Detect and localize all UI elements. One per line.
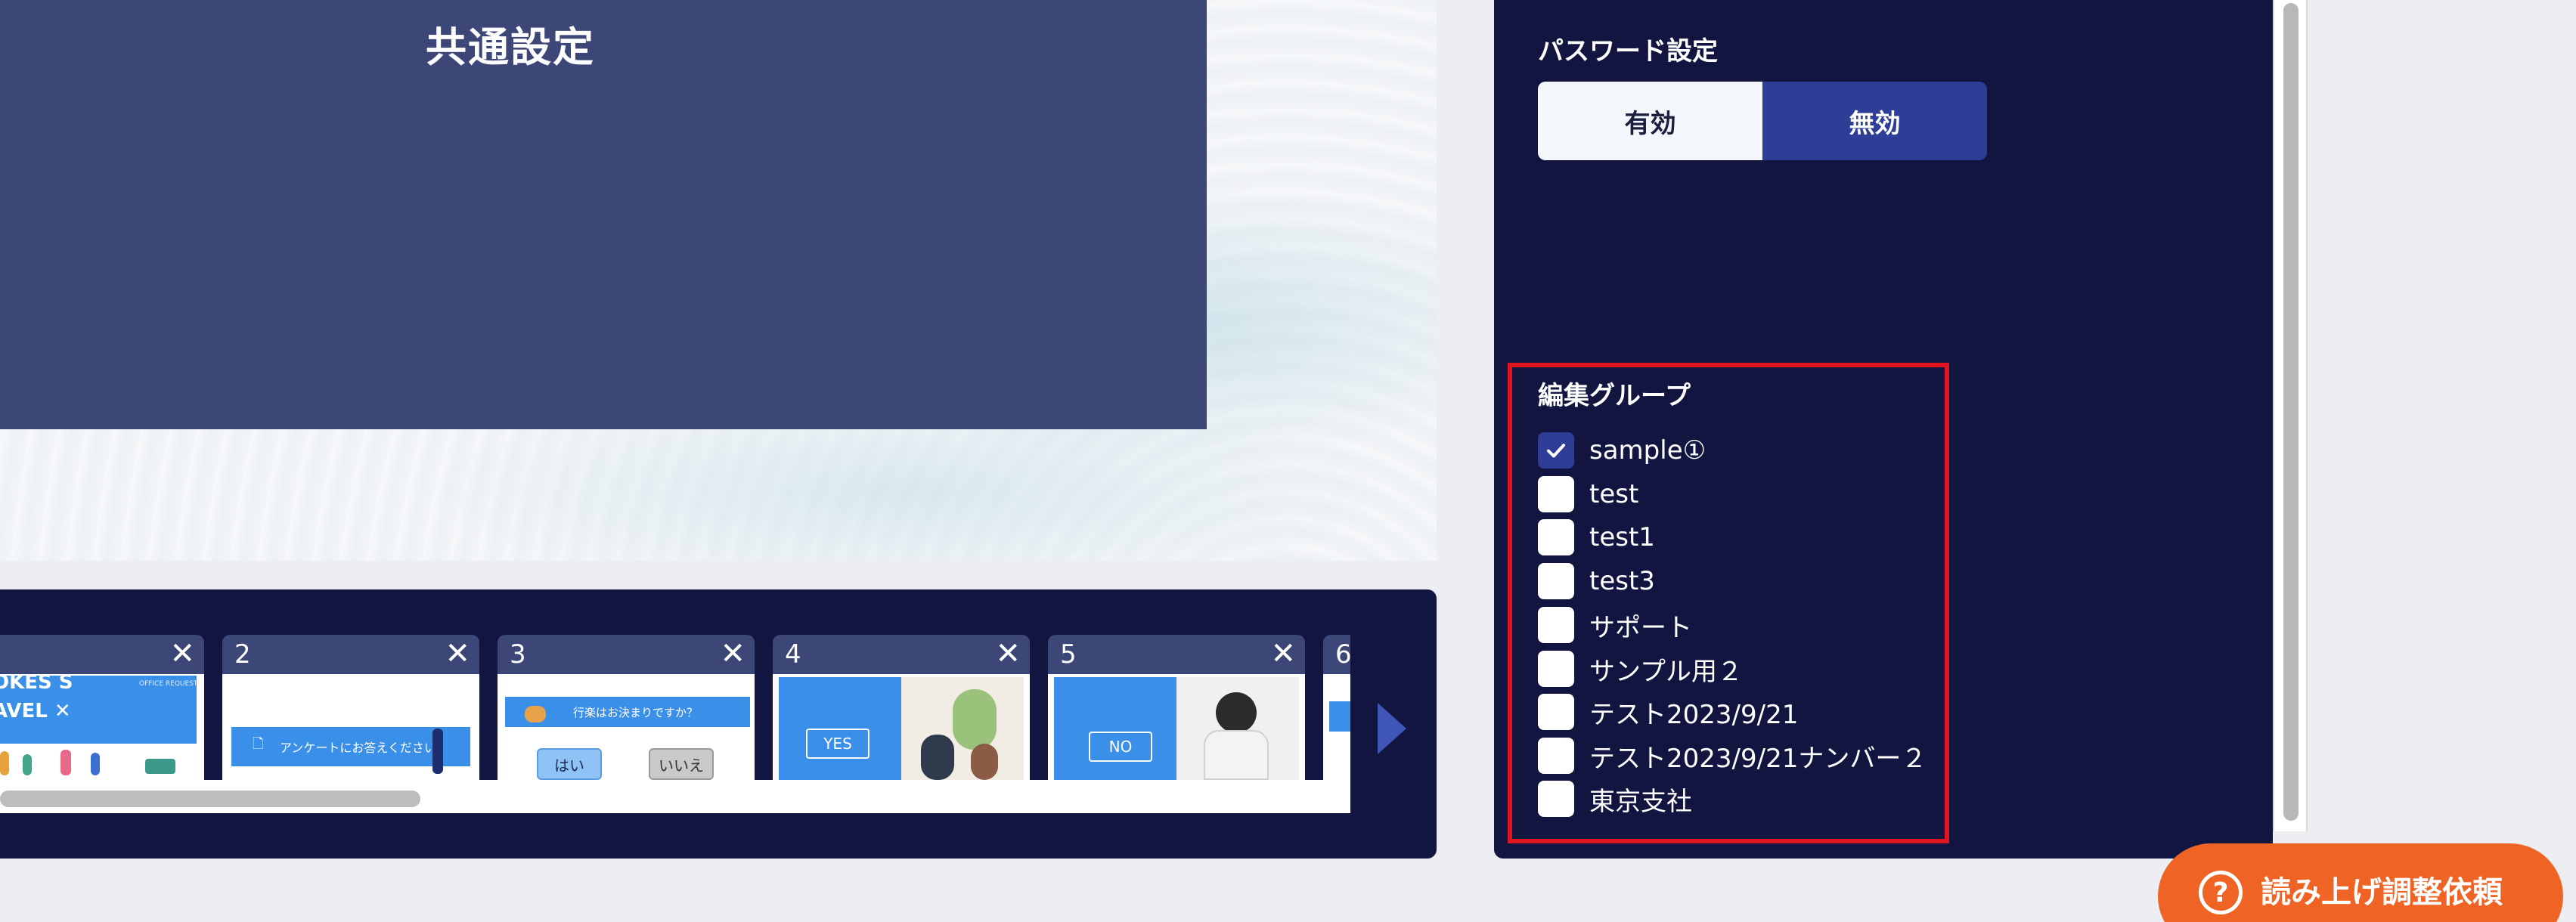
group-option-label: サンプル用２	[1589, 656, 1743, 687]
group-option-test1[interactable]: test1	[1538, 518, 1655, 556]
close-icon[interactable]: ✕	[720, 636, 746, 671]
close-icon[interactable]: ✕	[995, 636, 1021, 671]
document-icon: 🗋	[253, 736, 264, 752]
password-setting-label: パスワード設定	[1538, 36, 1718, 67]
group-option-label: サポート	[1589, 612, 1692, 643]
thumbnail-number: 6	[1335, 639, 1350, 670]
group-option-label: test1	[1589, 522, 1655, 552]
group-option-label: 東京支社	[1589, 786, 1692, 817]
password-enable-option[interactable]: 有効	[1538, 82, 1762, 160]
group-option-tokyo-branch[interactable]: 東京支社	[1538, 780, 1692, 818]
group-option-test-20230921-number2[interactable]: テスト2023/9/21ナンバー２	[1538, 737, 1927, 775]
checkbox[interactable]	[1538, 694, 1574, 730]
thumbnail-number: 5	[1060, 639, 1077, 670]
right-gutter	[2308, 0, 2576, 922]
checkmark-icon	[1547, 444, 1565, 458]
slide-canvas: 共通設定	[0, 0, 1437, 561]
horizontal-scrollbar[interactable]	[0, 780, 1350, 813]
checkbox[interactable]	[1538, 563, 1574, 599]
thumbnail-preview: YES	[773, 674, 1030, 780]
group-option-label: test3	[1589, 566, 1655, 596]
checkbox[interactable]	[1538, 476, 1574, 512]
group-option-support[interactable]: サポート	[1538, 606, 1692, 644]
thumbnail-number: 2	[234, 639, 251, 670]
password-toggle[interactable]: 有効 無効	[1538, 82, 1987, 160]
thumbnail-number: 3	[510, 639, 526, 670]
group-option-test3[interactable]: test3	[1538, 562, 1655, 600]
next-arrow-icon[interactable]	[1378, 703, 1406, 754]
vertical-scrollbar-thumb[interactable]	[2283, 3, 2299, 821]
reading-adjustment-request-label: 読み上げ調整依頼	[2261, 875, 2503, 910]
password-disable-option[interactable]: 無効	[1762, 82, 1987, 160]
group-option-label: テスト2023/9/21ナンバー２	[1589, 743, 1927, 774]
close-icon[interactable]: ✕	[1270, 636, 1296, 671]
group-option-test-20230921[interactable]: テスト2023/9/21	[1538, 693, 1798, 731]
thumbnail-preview: 行楽はお決まりですか？ はい いいえ	[498, 674, 755, 780]
horizontal-scrollbar-thumb[interactable]	[0, 791, 420, 807]
thumbnail-preview: NO	[1048, 674, 1305, 780]
thumbnail-preview	[1323, 674, 1350, 780]
close-icon[interactable]: ✕	[445, 636, 470, 671]
checkbox[interactable]	[1538, 651, 1574, 687]
thumbnail-number: 4	[785, 639, 801, 670]
group-option-test[interactable]: test	[1538, 475, 1638, 513]
question-icon: ?	[2199, 871, 2243, 914]
slide-content-block[interactable]: 共通設定	[0, 0, 1207, 429]
checkbox[interactable]	[1538, 781, 1574, 817]
checkbox[interactable]	[1538, 519, 1574, 555]
group-option-label: テスト2023/9/21	[1589, 699, 1799, 730]
thumbnail-preview: OKES S AVEL ✕ OFFICE REQUEST	[0, 674, 204, 780]
close-icon[interactable]: ✕	[169, 636, 195, 671]
group-option-label: test	[1589, 479, 1639, 509]
edit-group-label: 編集グループ	[1538, 381, 1691, 411]
reading-adjustment-request-button[interactable]: ? 読み上げ調整依頼	[2158, 843, 2563, 922]
group-option-sample1[interactable]: sample①	[1538, 432, 1706, 469]
checkbox[interactable]	[1538, 432, 1574, 469]
slide-thumbnail-strip: ✕ OKES S AVEL ✕ OFFICE REQUEST 2 ✕ 🗋 アンケ…	[0, 589, 1437, 859]
checkbox[interactable]	[1538, 607, 1574, 643]
thumbnail-preview: 🗋 アンケートにお答えください	[222, 674, 479, 780]
vertical-scrollbar[interactable]	[2273, 0, 2308, 831]
group-option-label: sample①	[1589, 435, 1706, 466]
group-option-sample2[interactable]: サンプル用２	[1538, 650, 1743, 688]
checkbox[interactable]	[1538, 738, 1574, 774]
slide-title: 共通設定	[426, 23, 595, 71]
